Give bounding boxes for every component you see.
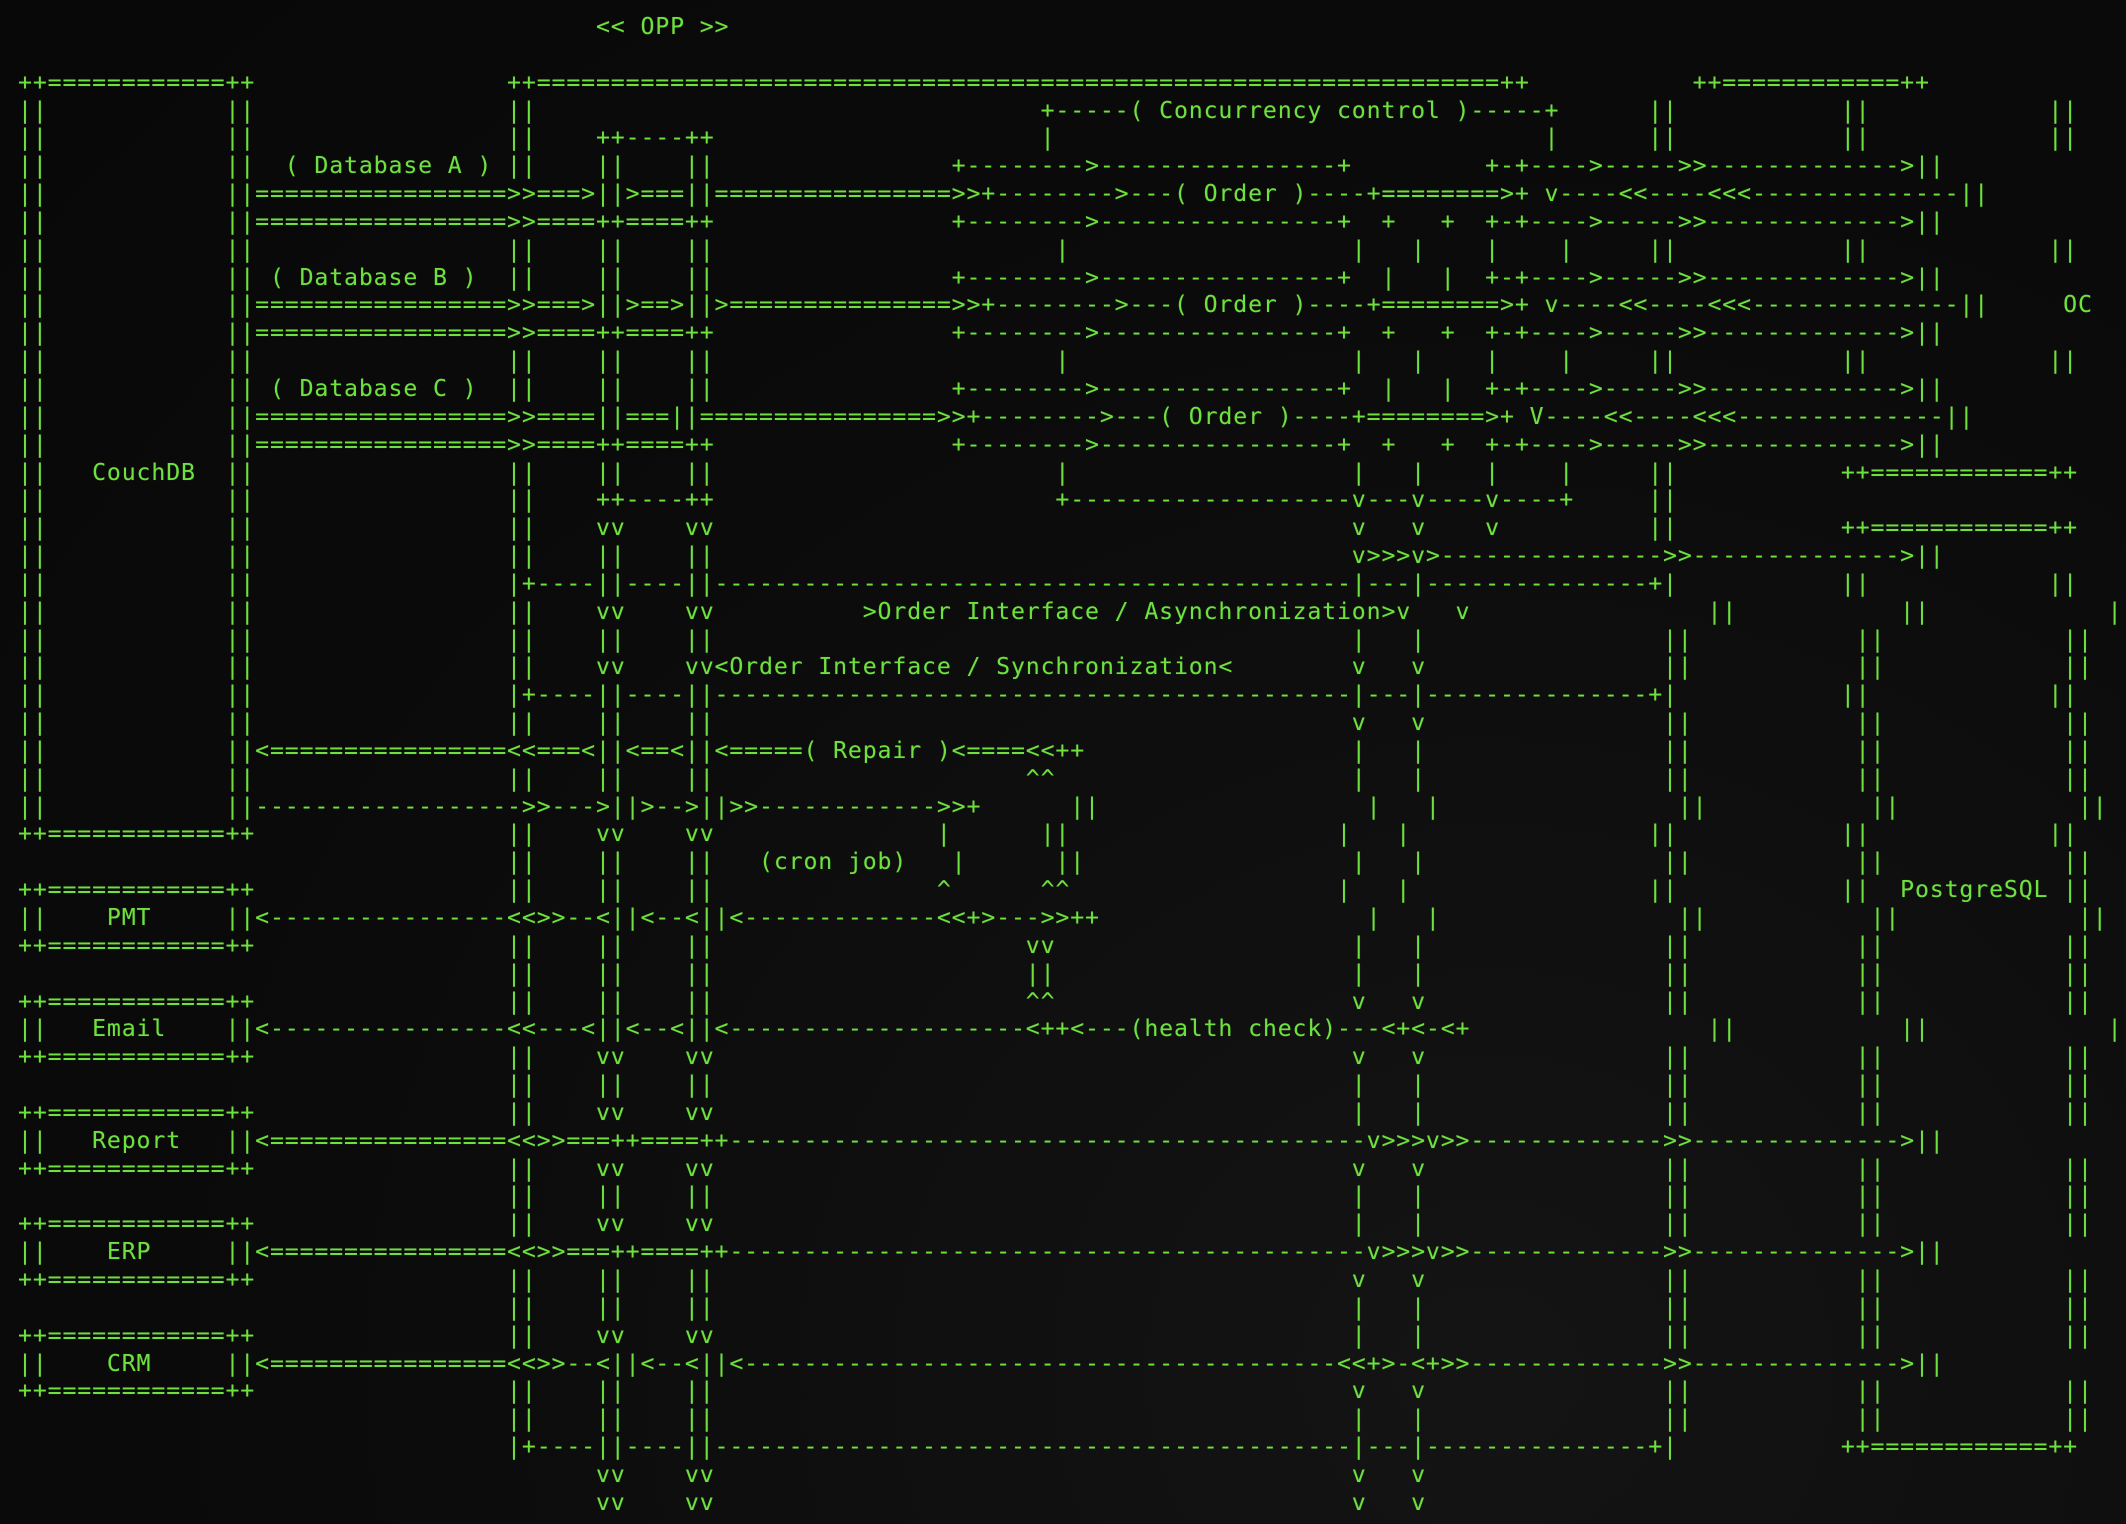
opp-architecture-ascii-diagram: << OPP >> ++============++ ++============…: [18, 13, 2126, 1517]
diagram-line-49: ++============++ || || || v v || || ||: [18, 1377, 2093, 1405]
diagram-line-11: || ||=================>>====++====++ +--…: [18, 319, 2126, 347]
diagram-line-8: || || || || || | | | | | || || ||: [18, 235, 2078, 263]
diagram-line-10: || ||=================>>===>||>==>||>===…: [18, 291, 2126, 319]
diagram-line-44: || ERP ||<================<<>>===++====+…: [18, 1238, 2126, 1266]
diagram-line-51: |+----||----||--------------------------…: [18, 1433, 2078, 1461]
diagram-line-6: || ||=================>>===>||>===||====…: [18, 180, 2126, 208]
diagram-line-41: ++============++ || vv vv v v || || ||: [18, 1154, 2093, 1182]
diagram-line-31: ++============++ || || || ^ ^^ | | || ||…: [18, 876, 2093, 904]
diagram-line-18: || || || vv vv v v v || ++============++: [18, 514, 2078, 542]
diagram-line-5: || || ( Database A ) || || || +-------->…: [18, 152, 2126, 180]
diagram-line-47: ++============++ || vv vv | | || || ||: [18, 1321, 2093, 1349]
diagram-line-1: [18, 41, 2126, 69]
diagram-line-53: vv vv v v: [18, 1488, 1426, 1516]
diagram-line-38: || || || | | || || ||: [18, 1071, 2093, 1099]
diagram-line-40: || Report ||<================<<>>===++==…: [18, 1126, 2126, 1154]
diagram-line-21: || || || vv vv >Order Interface / Asynch…: [18, 597, 2126, 625]
diagram-line-22: || || || || || | | || || ||: [18, 625, 2093, 653]
diagram-line-16: || CouchDB || || || || | | | | | || ++==…: [18, 458, 2078, 486]
diagram-line-48: || CRM ||<================<<>>--<||<--<|…: [18, 1349, 2126, 1377]
diagram-line-45: ++============++ || || || v v || || ||: [18, 1265, 2093, 1293]
diagram-line-32: || PMT ||<----------------<<>>--<||<--<|…: [18, 904, 2108, 931]
diagram-line-17: || || || ++----++ +-------------------v-…: [18, 486, 1678, 514]
diagram-line-27: || || || || || ^^ | | || || ||: [18, 764, 2093, 792]
diagram-line-33: ++============++ || || || vv | | || || |…: [18, 931, 2093, 959]
diagram-line-29: ++============++ || vv vv | || | | || ||…: [18, 820, 2078, 848]
diagram-line-13: || || ( Database C ) || || || +-------->…: [18, 374, 2126, 402]
diagram-line-36: || Email ||<----------------<<---<||<--<…: [18, 1015, 2126, 1043]
diagram-line-3: || || || +-----( Concurrency control )--…: [18, 96, 2078, 124]
diagram-line-14: || ||=================>>====||===||=====…: [18, 402, 2126, 430]
diagram-line-39: ++============++ || vv vv | | || || ||: [18, 1098, 2093, 1126]
diagram-line-37: ++============++ || vv vv v v || || ||: [18, 1043, 2093, 1071]
diagram-line-9: || || ( Database B ) || || || +-------->…: [18, 263, 2126, 291]
diagram-line-24: || || |+----||----||--------------------…: [18, 681, 2078, 709]
diagram-line-30: || || || (cron job) | || | | || || ||: [18, 848, 2093, 876]
diagram-line-19: || || || || || v>>>v>--------------->>--…: [18, 542, 2126, 570]
diagram-line-52: vv vv v v: [18, 1460, 1426, 1488]
diagram-line-34: || || || || | | || || ||: [18, 959, 2093, 987]
diagram-line-42: || || || | | || || ||: [18, 1182, 2093, 1210]
diagram-line-46: || || || | | || || ||: [18, 1293, 2093, 1321]
diagram-line-25: || || || || || v v || || ||: [18, 709, 2093, 737]
diagram-line-7: || ||=================>>====++====++ +--…: [18, 207, 2126, 235]
diagram-line-4: || || || ++----++ | | || || ||: [18, 124, 2078, 152]
diagram-line-20: || || |+----||----||--------------------…: [18, 569, 2078, 597]
diagram-line-23: || || || vv vv<Order Interface / Synchro…: [18, 653, 2093, 681]
diagram-line-50: || || || | | || || ||: [18, 1405, 2093, 1433]
diagram-line-2: ++============++ ++=====================…: [18, 68, 1930, 96]
diagram-line-43: ++============++ || vv vv | | || || ||: [18, 1210, 2093, 1238]
diagram-line-12: || || || || || | | | | | || || ||: [18, 347, 2078, 375]
diagram-line-15: || ||=================>>====++====++ +--…: [18, 430, 2126, 458]
diagram-line-28: || ||------------------>>--->||>-->||>>-…: [18, 792, 2108, 820]
diagram-line-0: << OPP >>: [18, 13, 730, 40]
diagram-line-26: || ||<================<<===<||<==<||<===…: [18, 736, 2093, 764]
diagram-line-35: ++============++ || || || ^^ v v || || |…: [18, 987, 2093, 1015]
